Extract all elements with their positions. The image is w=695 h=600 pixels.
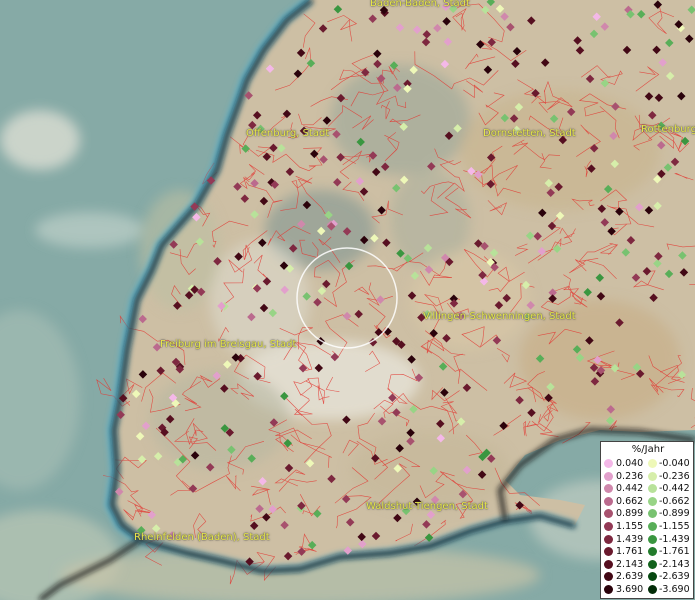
legend-value-positive: 0.442 bbox=[616, 483, 644, 495]
legend-swatch-negative bbox=[648, 471, 657, 481]
legend-value-negative: -1.439 bbox=[659, 533, 690, 545]
legend-swatch-negative bbox=[648, 509, 657, 519]
legend-swatch-negative bbox=[648, 559, 657, 569]
legend-swatch-negative bbox=[648, 459, 657, 468]
legend-swatch-positive bbox=[604, 522, 613, 531]
legend-value-negative: -2.639 bbox=[659, 571, 690, 583]
legend-value-negative: -1.155 bbox=[659, 521, 690, 532]
city-label-offenburg: Offenburg, Stadt bbox=[246, 128, 330, 139]
legend-row: 3.690 -3.690 bbox=[601, 584, 695, 596]
legend-value-negative: -2.143 bbox=[659, 558, 690, 570]
legend: %/Jahr 0.040 -0.040 0.236 -0.236 0.442 -0.442… bbox=[600, 441, 694, 599]
legend-value-negative: -1.761 bbox=[659, 546, 690, 558]
legend-value-negative: -0.040 bbox=[659, 458, 690, 469]
legend-swatch-negative bbox=[648, 484, 657, 494]
map-canvas[interactable] bbox=[0, 0, 695, 600]
legend-value-positive: 0.040 bbox=[616, 458, 644, 469]
legend-value-positive: 0.662 bbox=[616, 495, 644, 507]
legend-value-positive: 2.639 bbox=[616, 571, 644, 583]
legend-row: 0.236 -0.236 bbox=[601, 471, 695, 483]
legend-row: 0.442 -0.442 bbox=[601, 483, 695, 495]
legend-value-negative: -3.690 bbox=[659, 584, 690, 595]
legend-value-positive: 1.761 bbox=[616, 546, 644, 558]
legend-swatch-negative bbox=[648, 547, 657, 557]
legend-row: 1.439 -1.439 bbox=[601, 534, 695, 546]
legend-value-positive: 2.143 bbox=[616, 558, 644, 570]
legend-value-positive: 3.690 bbox=[616, 584, 644, 595]
legend-swatch-positive bbox=[604, 547, 613, 557]
legend-value-positive: 0.899 bbox=[616, 508, 644, 520]
city-label-rheinfelden: Rheinfelden (Baden), Stadt bbox=[134, 532, 270, 543]
legend-row: 1.761 -1.761 bbox=[601, 546, 695, 558]
legend-swatch-positive bbox=[604, 509, 613, 519]
legend-swatch-positive bbox=[604, 534, 613, 544]
legend-swatch-positive bbox=[604, 459, 613, 468]
city-label-waldshut-tiengen: Waldshut-Tiengen, Stadt bbox=[366, 501, 488, 512]
legend-value-negative: -0.899 bbox=[659, 508, 690, 520]
legend-value-positive: 1.155 bbox=[616, 521, 644, 532]
legend-row: 0.662 -0.662 bbox=[601, 496, 695, 508]
legend-row: 0.040 -0.040 bbox=[601, 458, 695, 470]
legend-value-positive: 0.236 bbox=[616, 470, 644, 482]
legend-swatch-positive bbox=[604, 484, 613, 494]
legend-swatch-positive bbox=[604, 496, 613, 506]
legend-swatch-positive bbox=[604, 471, 613, 481]
legend-row: 2.143 -2.143 bbox=[601, 559, 695, 571]
city-label-rottenburg: Rottenburg bbox=[641, 124, 695, 135]
legend-row: 1.155 -1.155 bbox=[601, 521, 695, 533]
city-label-dornstetten: Dornstetten, Stadt bbox=[483, 128, 576, 139]
legend-value-negative: -0.662 bbox=[659, 495, 690, 507]
legend-row: 2.639 -2.639 bbox=[601, 571, 695, 583]
legend-title: %/Jahr bbox=[631, 444, 665, 455]
legend-swatch-positive bbox=[604, 559, 613, 569]
city-label-baden-baden: Baden-Baden, Stadt bbox=[370, 0, 470, 9]
legend-swatch-negative bbox=[648, 572, 657, 582]
city-label-freiburg: Freiburg im Breisgau, Stadt bbox=[160, 339, 297, 350]
legend-value-negative: -0.442 bbox=[659, 483, 690, 495]
legend-row: 0.899 -0.899 bbox=[601, 508, 695, 520]
legend-value-positive: 1.439 bbox=[616, 533, 644, 545]
city-label-villingen-schwenningen: Villingen-Schwenningen, Stadt bbox=[423, 311, 576, 322]
legend-swatch-negative bbox=[648, 496, 657, 506]
legend-swatch-negative bbox=[648, 522, 657, 531]
legend-value-negative: -0.236 bbox=[659, 470, 690, 482]
legend-swatch-positive bbox=[604, 572, 613, 582]
legend-swatch-negative bbox=[648, 585, 657, 594]
legend-swatch-negative bbox=[648, 534, 657, 544]
legend-swatch-positive bbox=[604, 585, 613, 594]
